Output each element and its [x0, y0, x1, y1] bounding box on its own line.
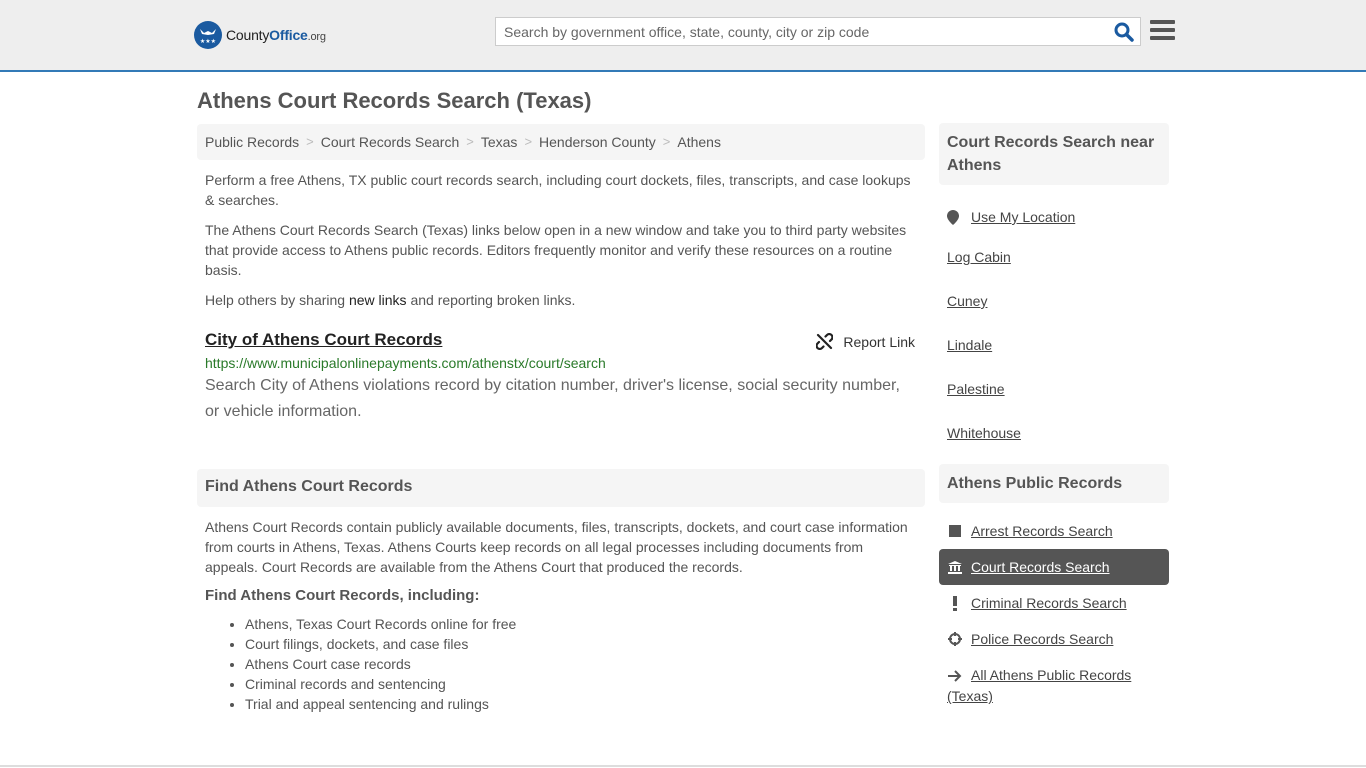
search-box — [495, 17, 1141, 46]
result-description: Search City of Athens violations record … — [205, 377, 900, 420]
sidebar-nearby: Court Records Search near Athens Use My … — [939, 123, 1169, 495]
nearby-city-link[interactable]: Whitehouse — [947, 423, 1021, 443]
list-item: Court filings, dockets, and case files — [245, 634, 925, 654]
breadcrumb-texas[interactable]: Texas — [481, 134, 518, 150]
crosshair-icon — [947, 629, 963, 649]
nearby-city-item[interactable]: Cuney — [939, 275, 1169, 319]
find-records-body: Athens Court Records contain publicly av… — [205, 519, 908, 575]
use-my-location-link[interactable]: Use My Location — [971, 207, 1075, 227]
result-title-link[interactable]: City of Athens Court Records — [205, 330, 442, 350]
sidebar-public-records-heading: Athens Public Records — [939, 464, 1169, 503]
sidebar-nearby-heading: Court Records Search near Athens — [939, 123, 1169, 185]
site-logo[interactable]: ★★★ CountyOffice.org — [194, 21, 326, 49]
result-item: City of Athens Court Records Report Link… — [197, 330, 925, 425]
page-title: Athens Court Records Search (Texas) — [197, 88, 592, 113]
arrow-right-icon — [947, 666, 963, 686]
result-url: https://www.municipalonlinepayments.com/… — [205, 355, 606, 371]
breadcrumb-athens[interactable]: Athens — [677, 134, 721, 150]
nearby-city-link[interactable]: Lindale — [947, 335, 992, 355]
nearby-city-item[interactable]: Lindale — [939, 319, 1169, 363]
disclaimer-paragraph: The Athens Court Records Search (Texas) … — [205, 222, 907, 278]
sidebar-item-police-records[interactable]: Police Records Search — [939, 621, 1169, 657]
find-records-subheading: Find Athens Court Records, including: — [205, 587, 480, 604]
nearby-city-link[interactable]: Palestine — [947, 379, 1005, 399]
breadcrumb-separator: > — [662, 134, 671, 149]
nearby-city-link[interactable]: Cuney — [947, 291, 987, 311]
svg-text:★★★: ★★★ — [200, 38, 216, 44]
list-item: Athens Court case records — [245, 654, 925, 674]
map-marker-icon — [947, 207, 959, 227]
breadcrumb-separator: > — [466, 134, 474, 149]
list-item: Trial and appeal sentencing and rulings — [245, 694, 925, 714]
sidebar-item-court-records[interactable]: Court Records Search — [939, 549, 1169, 585]
intro-paragraph: Perform a free Athens, TX public court r… — [205, 172, 911, 208]
exclamation-icon — [947, 593, 963, 613]
nearby-city-item[interactable]: Palestine — [939, 363, 1169, 407]
find-records-list: Athens, Texas Court Records online for f… — [197, 614, 925, 714]
site-header: ★★★ CountyOffice.org — [0, 0, 1366, 72]
new-links-link[interactable]: new links — [349, 292, 407, 308]
sidebar-public-records: Athens Public Records Arrest Records Sea… — [939, 464, 1169, 714]
breadcrumb-separator: > — [524, 134, 533, 149]
breadcrumb-court-records-search[interactable]: Court Records Search — [321, 134, 460, 150]
courthouse-icon — [947, 557, 963, 577]
breadcrumb-public-records[interactable]: Public Records — [205, 134, 299, 150]
sidebar-item-all-public-records[interactable]: All Athens Public Records (Texas) — [939, 657, 1169, 714]
use-my-location-item[interactable]: Use My Location — [939, 199, 1169, 235]
list-item: Criminal records and sentencing — [245, 674, 925, 694]
eagle-logo-icon: ★★★ — [194, 21, 222, 49]
breadcrumb: Public Records > Court Records Search > … — [197, 124, 925, 160]
broken-link-icon — [816, 333, 834, 350]
logo-text: CountyOffice.org — [226, 27, 326, 43]
search-icon[interactable] — [1114, 22, 1134, 42]
nearby-city-link[interactable]: Log Cabin — [947, 247, 1011, 267]
breadcrumb-henderson-county[interactable]: Henderson County — [539, 134, 656, 150]
list-item: Athens, Texas Court Records online for f… — [245, 614, 925, 634]
footer-divider — [0, 765, 1366, 767]
sidebar-item-arrest-records[interactable]: Arrest Records Search — [939, 513, 1169, 549]
hamburger-menu-icon[interactable] — [1150, 20, 1175, 42]
nearby-city-item[interactable]: Whitehouse — [939, 407, 1169, 451]
search-input[interactable] — [496, 18, 1096, 45]
find-records-heading: Find Athens Court Records — [197, 469, 925, 507]
main-content: Perform a free Athens, TX public court r… — [197, 170, 925, 714]
sidebar-item-criminal-records[interactable]: Criminal Records Search — [939, 585, 1169, 621]
breadcrumb-separator: > — [306, 134, 314, 149]
nearby-city-item[interactable]: Log Cabin — [939, 231, 1169, 275]
report-link-button[interactable]: Report Link — [816, 333, 915, 350]
square-icon — [947, 521, 963, 541]
share-paragraph: Help others by sharing new links and rep… — [205, 292, 576, 308]
